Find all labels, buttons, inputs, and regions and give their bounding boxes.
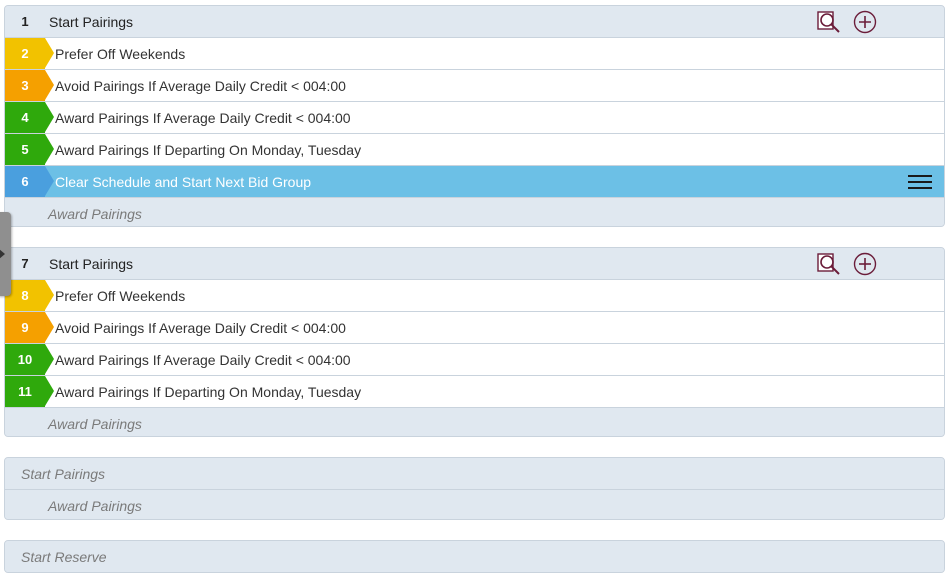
rule-label: Prefer Off Weekends [55,287,186,304]
group-header-label: Start Pairings [21,465,106,482]
rule-number-badge: 3 [5,70,54,101]
rule-number-badge: 4 [5,102,54,133]
rule-label: Avoid Pairings If Average Daily Credit <… [55,319,346,336]
reserve-group: Start Reserve [4,540,945,573]
hamburger-menu-icon[interactable] [908,174,932,190]
rule-number-badge: 9 [5,312,54,343]
rule-number-badge: 8 [5,280,54,311]
group-header-actions [816,10,878,34]
rule-row[interactable]: 8 Prefer Off Weekends [5,280,944,312]
rule-row[interactable]: 3 Avoid Pairings If Average Daily Credit… [5,70,944,102]
footer-label: Award Pairings [48,498,142,514]
footer-label: Award Pairings [48,416,142,432]
group-header-empty[interactable]: Start Reserve [5,541,944,572]
add-icon[interactable] [852,252,878,276]
rule-row[interactable]: 2 Prefer Off Weekends [5,38,944,70]
rule-label: Award Pairings If Average Daily Credit <… [55,351,351,368]
rule-row[interactable]: 4 Award Pairings If Average Daily Credit… [5,102,944,134]
rule-row-selected[interactable]: 6 Clear Schedule and Start Next Bid Grou… [5,166,944,198]
group-header-actions [816,252,878,276]
add-icon[interactable] [852,10,878,34]
bid-group-3: Start Pairings Award Pairings [4,457,945,520]
group-header[interactable]: 1 Start Pairings [5,6,944,38]
rule-number-badge: 10 [5,344,54,375]
rule-label: Award Pairings If Departing On Monday, T… [55,383,362,400]
rule-label: Prefer Off Weekends [55,45,186,62]
rule-number-badge: 11 [5,376,54,407]
group-header-label: Start Reserve [21,549,107,565]
group-footer: Award Pairings [5,490,944,519]
rule-label: Award Pairings If Average Daily Credit <… [55,109,351,126]
bid-group-1: 1 Start Pairings 2 Prefer Off Weekends 3… [4,5,945,227]
rule-label: Clear Schedule and Start Next Bid Group [55,173,312,190]
rule-row[interactable]: 5 Award Pairings If Departing On Monday,… [5,134,944,166]
search-icon[interactable] [816,10,842,34]
group-header-label: Start Pairings [49,255,134,272]
search-icon[interactable] [816,252,842,276]
bid-rules-panel: 1 Start Pairings 2 Prefer Off Weekends 3… [0,0,950,575]
rule-label: Award Pairings If Departing On Monday, T… [55,141,362,158]
group-header[interactable]: 7 Start Pairings [5,248,944,280]
rule-number: 7 [21,256,29,271]
expand-arrow-icon[interactable] [0,212,11,296]
group-header-label: Start Pairings [49,13,134,30]
bid-group-2: 7 Start Pairings 8 Prefer Off Weekends 9… [4,247,945,437]
footer-label: Award Pairings [48,206,142,222]
rule-number-badge: 6 [5,166,54,197]
rule-number: 1 [21,14,29,29]
group-footer: Award Pairings [5,198,944,226]
rule-label: Avoid Pairings If Average Daily Credit <… [55,77,346,94]
rule-row[interactable]: 9 Avoid Pairings If Average Daily Credit… [5,312,944,344]
group-footer: Award Pairings [5,408,944,436]
rule-row[interactable]: 11 Award Pairings If Departing On Monday… [5,376,944,408]
rule-row[interactable]: 10 Award Pairings If Average Daily Credi… [5,344,944,376]
rule-number-badge: 2 [5,38,54,69]
group-header-empty[interactable]: Start Pairings [5,458,944,490]
rule-number-badge: 5 [5,134,54,165]
